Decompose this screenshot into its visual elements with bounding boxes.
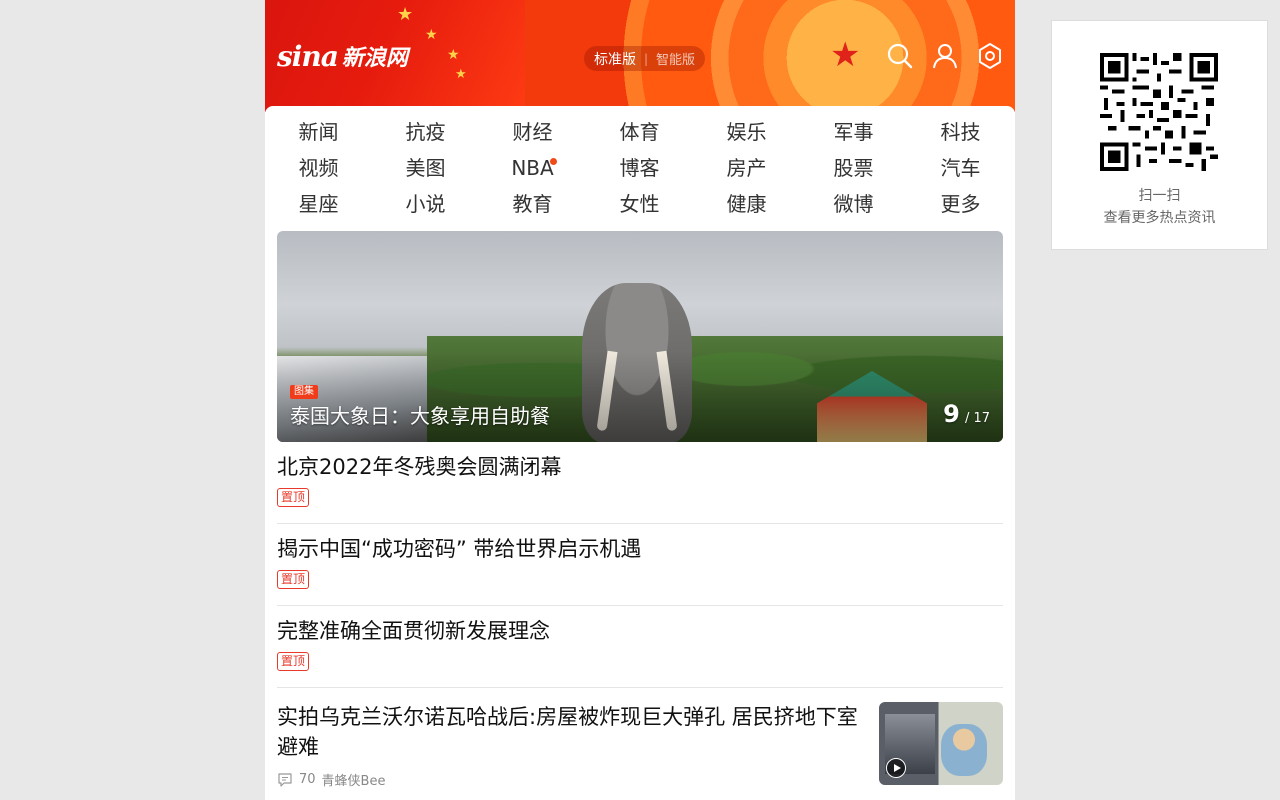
pinned-badge: 置顶 <box>277 488 310 507</box>
star-decoration: ★ <box>830 35 861 75</box>
nav-item[interactable]: 财经 <box>479 114 586 150</box>
logo-text-cn: 新浪网 <box>341 45 408 71</box>
nav-item-more[interactable]: 更多 <box>907 186 1014 222</box>
news-list-item[interactable]: 实拍乌克兰沃尔诺瓦哈战后:房屋被炸现巨大弹孔 居民挤地下室避难 70 青蜂侠Be… <box>277 702 1003 800</box>
qr-code-panel: 扫一扫 查看更多热点资讯 <box>1051 20 1268 250</box>
nav-item[interactable]: 美图 <box>372 150 479 186</box>
nav-item[interactable]: 博客 <box>586 150 693 186</box>
qr-description: 查看更多热点资讯 <box>1103 210 1216 226</box>
news-list-item[interactable]: 揭示中国“成功密码” 带给世界启示机遇 置顶 <box>277 534 1003 606</box>
nav-item[interactable]: 房产 <box>693 150 800 186</box>
new-dot-badge <box>550 158 557 165</box>
nav-item-nba[interactable]: NBA <box>479 150 586 186</box>
star-decoration: ★ <box>425 27 438 43</box>
news-title: 揭示中国“成功密码” 带给世界启示机遇 <box>277 537 642 561</box>
news-source: 青蜂侠Bee <box>321 774 386 789</box>
news-list-item[interactable]: 完整准确全面贯彻新发展理念 置顶 <box>277 616 1003 688</box>
nav-item[interactable]: 教育 <box>479 186 586 222</box>
logo-text-en: sina <box>277 39 339 73</box>
sina-logo[interactable]: sina 新浪网 <box>277 38 408 74</box>
nav-item[interactable]: 娱乐 <box>693 114 800 150</box>
carousel-caption[interactable]: 泰国大象日：大象享用自助餐 <box>290 403 550 429</box>
user-icon[interactable] <box>931 42 959 70</box>
settings-icon[interactable] <box>976 42 1004 70</box>
nav-item-label: NBA <box>511 156 554 180</box>
comment-icon <box>278 772 292 787</box>
news-title: 实拍乌克兰沃尔诺瓦哈战后:房屋被炸现巨大弹孔 居民挤地下室避难 <box>277 705 858 759</box>
photo-carousel[interactable]: 图集 泰国大象日：大象享用自助餐 9 / 17 <box>277 231 1003 442</box>
nav-item[interactable]: 视频 <box>265 150 372 186</box>
thumbnail-image-person <box>941 724 987 776</box>
news-title: 北京2022年冬残奥会圆满闭幕 <box>277 455 562 479</box>
nav-item[interactable]: 微博 <box>800 186 907 222</box>
pinned-badge: 置顶 <box>277 652 310 671</box>
carousel-counter: 9 / 17 <box>943 400 990 428</box>
comment-count: 70 <box>299 772 316 787</box>
nav-item[interactable]: 新闻 <box>265 114 372 150</box>
header-banner: ★ ★ ★ ★ ★ sina 新浪网 标准版 | 智能版 <box>265 0 1015 112</box>
version-smart-button[interactable]: 智能版 <box>656 49 695 68</box>
pinned-badge: 置顶 <box>277 570 310 589</box>
version-standard-button[interactable]: 标准版 <box>594 49 636 69</box>
nav-item[interactable]: 汽车 <box>907 150 1014 186</box>
carousel-current-index: 9 <box>943 400 960 428</box>
carousel-total: / 17 <box>964 411 990 426</box>
news-thumbnail[interactable] <box>879 702 1003 785</box>
nav-item[interactable]: 军事 <box>800 114 907 150</box>
version-toggle: 标准版 | 智能版 <box>584 46 706 71</box>
nav-item[interactable]: 小说 <box>372 186 479 222</box>
nav-item[interactable]: 体育 <box>586 114 693 150</box>
star-decoration: ★ <box>455 67 467 82</box>
mobile-page: ★ ★ ★ ★ ★ sina 新浪网 标准版 | 智能版 新闻 抗疫 财经 体育… <box>265 0 1015 800</box>
nav-item[interactable]: 股票 <box>800 150 907 186</box>
nav-item[interactable]: 科技 <box>907 114 1014 150</box>
qr-code-image <box>1100 53 1218 171</box>
star-decoration: ★ <box>397 4 414 25</box>
star-decoration: ★ <box>447 47 460 63</box>
nav-item[interactable]: 星座 <box>265 186 372 222</box>
search-icon[interactable] <box>886 42 914 70</box>
news-list-item[interactable]: 北京2022年冬残奥会圆满闭幕 置顶 <box>277 452 1003 524</box>
nav-item[interactable]: 健康 <box>693 186 800 222</box>
nav-item[interactable]: 抗疫 <box>372 114 479 150</box>
nav-item[interactable]: 女性 <box>586 186 693 222</box>
channel-nav: 新闻 抗疫 财经 体育 娱乐 军事 科技 视频 美图 NBA 博客 房产 股票 … <box>265 106 1015 226</box>
version-separator: | <box>644 51 649 66</box>
news-title: 完整准确全面贯彻新发展理念 <box>277 619 550 643</box>
gallery-tag: 图集 <box>290 385 318 399</box>
qr-scan-label: 扫一扫 <box>1138 188 1181 204</box>
play-icon[interactable] <box>886 758 906 778</box>
